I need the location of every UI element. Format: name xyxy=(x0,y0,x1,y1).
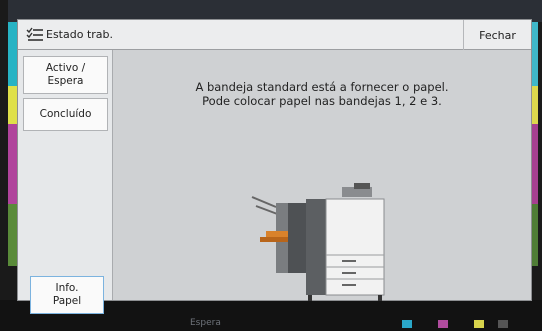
dialog-header: Estado trab. Fechar xyxy=(18,20,531,50)
tab-completed[interactable]: Concluído xyxy=(23,98,108,131)
job-status-dialog: Estado trab. Fechar Activo / Espera Conc… xyxy=(17,19,532,314)
background-status-text: Espera xyxy=(190,318,221,328)
toner-chip xyxy=(498,320,508,328)
status-message: A bandeja standard está a fornecer o pap… xyxy=(113,80,531,108)
toner-chip xyxy=(438,320,448,328)
status-message-line: A bandeja standard está a fornecer o pap… xyxy=(195,80,449,94)
toner-chip xyxy=(474,320,484,328)
job-status-list-icon xyxy=(26,27,43,41)
toner-chip xyxy=(402,320,412,328)
dialog-title: Estado trab. xyxy=(46,28,113,41)
status-message-line: Pode colocar papel nas bandejas 1, 2 e 3… xyxy=(202,94,442,108)
printer-illustration-icon xyxy=(251,183,385,301)
paper-info-button[interactable]: Info. Papel xyxy=(30,276,104,314)
close-button[interactable]: Fechar xyxy=(463,20,531,50)
sidebar: Activo / Espera Concluído Info. Papel xyxy=(18,50,113,314)
tab-active-waiting[interactable]: Activo / Espera xyxy=(23,56,108,94)
